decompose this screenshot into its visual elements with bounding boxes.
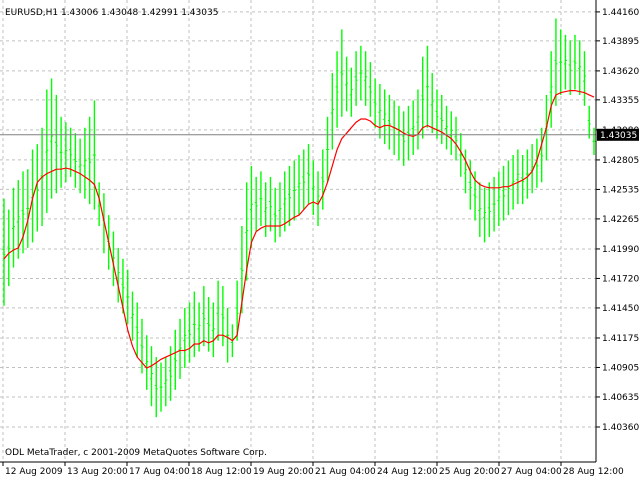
price-scale[interactable]: 1.441601.438951.436201.433551.430801.428… <box>596 8 639 433</box>
price-tick-label: 1.42265 <box>602 215 639 225</box>
time-tick-label: 28 Aug 12:00 <box>563 467 624 477</box>
chart-background <box>0 0 640 480</box>
price-tick-label: 1.43355 <box>602 96 639 106</box>
price-tick-label: 1.40360 <box>602 423 639 433</box>
time-tick-label: 13 Aug 20:00 <box>67 467 128 477</box>
price-tick-label: 1.40905 <box>602 363 639 373</box>
time-tick-label: 12 Aug 2009 <box>5 467 63 477</box>
price-tick-label: 1.41720 <box>602 274 639 284</box>
copyright-footer: ODL MetaTrader, c 2001-2009 MetaQuotes S… <box>5 448 267 458</box>
time-tick-label: 19 Aug 20:00 <box>253 467 314 477</box>
time-tick-label: 17 Aug 04:00 <box>129 467 190 477</box>
time-tick-label: 25 Aug 20:00 <box>439 467 500 477</box>
price-tick-label: 1.41175 <box>602 334 639 344</box>
time-tick-label: 18 Aug 12:00 <box>191 467 252 477</box>
time-tick-label: 27 Aug 04:00 <box>501 467 562 477</box>
price-tick-label: 1.41990 <box>602 245 639 255</box>
time-tick-label: 21 Aug 04:00 <box>315 467 376 477</box>
price-tick-label: 1.42805 <box>602 156 639 166</box>
price-tick-label: 1.43620 <box>602 67 639 77</box>
price-tick-label: 1.40635 <box>602 393 639 403</box>
time-tick-label: 24 Aug 12:00 <box>377 467 438 477</box>
price-tick-label: 1.44160 <box>602 8 639 18</box>
chart-header: EURUSD,H1 1.43006 1.43048 1.42991 1.4303… <box>5 8 218 18</box>
price-tick-label: 1.42535 <box>602 185 639 195</box>
current-price-label: 1.43035 <box>600 131 637 141</box>
price-chart: 1.441601.438951.436201.433551.430801.428… <box>0 0 640 480</box>
price-tick-label: 1.43895 <box>602 37 639 47</box>
chart-window: 1.441601.438951.436201.433551.430801.428… <box>0 0 640 480</box>
current-price-marker-group: 1.43035 <box>597 128 639 141</box>
price-tick-label: 1.41450 <box>602 304 639 314</box>
